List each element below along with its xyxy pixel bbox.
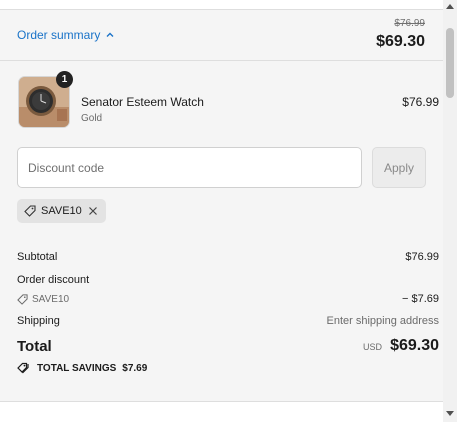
- total-amount-group: USD $69.30: [363, 337, 439, 355]
- header-total-price: $69.30: [376, 33, 425, 50]
- subtotal-row: Subtotal $76.99: [17, 251, 439, 263]
- scroll-down-arrow-icon[interactable]: [446, 411, 454, 416]
- tag-icon: [24, 205, 36, 217]
- product-name: Senator Esteem Watch: [81, 95, 204, 109]
- original-price: $76.99: [394, 18, 425, 29]
- scroll-up-arrow-icon[interactable]: [446, 4, 454, 9]
- scrollbar-thumb[interactable]: [446, 28, 454, 98]
- tag-icon: [17, 293, 28, 305]
- shipping-value: Enter shipping address: [326, 315, 439, 327]
- product-price: $76.99: [402, 95, 439, 109]
- close-icon[interactable]: [87, 205, 99, 217]
- subtotal-value: $76.99: [405, 251, 439, 263]
- applied-discount-code: SAVE10: [41, 205, 82, 217]
- discount-code-row: SAVE10 − $7.69: [17, 293, 439, 305]
- discount-code-input[interactable]: [17, 147, 362, 188]
- discount-value: − $7.69: [401, 293, 439, 305]
- total-savings-label: TOTAL SAVINGS: [37, 362, 117, 374]
- quantity-badge: 1: [56, 71, 73, 88]
- order-summary-toggle-label: Order summary: [17, 28, 101, 42]
- applied-discount-tag: SAVE10: [17, 199, 106, 223]
- chevron-up-icon: [106, 32, 114, 37]
- order-summary-toggle[interactable]: Order summary: [17, 28, 115, 42]
- top-strip: [0, 0, 443, 9]
- total-amount: $69.30: [390, 337, 439, 354]
- shipping-label: Shipping: [17, 315, 60, 327]
- order-discount-row: Order discount: [17, 274, 439, 286]
- scrollbar[interactable]: [443, 0, 457, 422]
- discount-code-line: SAVE10: [17, 293, 69, 305]
- subtotal-label: Subtotal: [17, 251, 58, 263]
- savings-tag-icon: [17, 362, 29, 374]
- total-label: Total: [17, 338, 52, 355]
- order-discount-label: Order discount: [17, 274, 90, 286]
- total-savings: TOTAL SAVINGS $7.69: [17, 362, 147, 374]
- shipping-row: Shipping Enter shipping address: [17, 315, 439, 327]
- product-variant: Gold: [81, 113, 103, 124]
- total-savings-value: $7.69: [122, 362, 148, 374]
- order-summary-header: Order summary $76.99 $69.30: [0, 10, 443, 61]
- discount-code-text: SAVE10: [32, 293, 70, 305]
- currency-code: USD: [363, 342, 383, 352]
- apply-discount-button[interactable]: Apply: [372, 147, 426, 188]
